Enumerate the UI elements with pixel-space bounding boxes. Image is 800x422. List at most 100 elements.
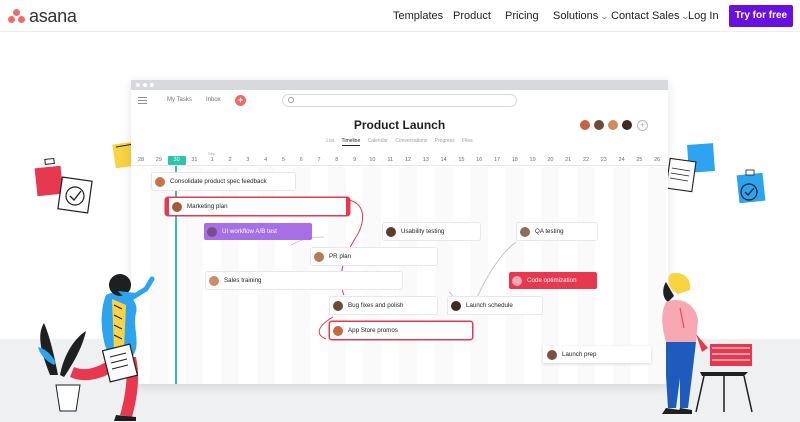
timeline-date: 9 — [353, 157, 357, 163]
task-bar[interactable]: Launch schedule — [448, 297, 542, 314]
asana-logo-icon — [8, 8, 25, 24]
task-bar[interactable]: Sales training — [206, 272, 402, 289]
hamburger-menu-icon[interactable] — [138, 97, 147, 104]
nav-solutions[interactable]: Solutions ⌄ — [553, 9, 610, 24]
timeline-date: 24 — [618, 157, 625, 163]
task-bar[interactable]: Usability testing — [383, 223, 480, 240]
timeline-date: 1 — [210, 157, 214, 163]
tab-timeline[interactable]: Timeline — [341, 138, 361, 146]
nav-pricing[interactable]: Pricing — [505, 9, 539, 23]
resize-handle-left[interactable] — [165, 198, 169, 215]
task-bar[interactable]: PR plan — [311, 248, 437, 265]
window-dot — [136, 83, 140, 87]
task-label: PR plan — [329, 253, 352, 260]
avatar[interactable] — [607, 119, 619, 131]
task-label: Usability testing — [401, 228, 445, 235]
nav-contact-sales-label: Contact Sales — [611, 10, 680, 22]
inbox-link[interactable]: Inbox — [206, 97, 221, 103]
timeline-date: 4 — [264, 157, 268, 163]
timeline-date: 18 — [511, 157, 518, 163]
task-label: Launch schedule — [466, 302, 513, 309]
avatar — [155, 176, 165, 187]
task-label: Marketing plan — [187, 203, 228, 210]
person-running-illustration — [38, 274, 155, 421]
task-bar[interactable]: Consolidate product spec feedback — [152, 173, 295, 190]
timeline-date: 23 — [600, 157, 607, 163]
tab-list[interactable]: List — [326, 138, 334, 145]
task-bar[interactable]: Bug fixes and polish — [330, 297, 437, 314]
sticky-notes-left-illustration — [34, 141, 138, 214]
avatar — [512, 275, 522, 286]
avatar — [547, 349, 557, 360]
timeline-date: 31 — [191, 157, 198, 163]
task-label: Consolidate product spec feedback — [170, 178, 267, 185]
search-input[interactable] — [282, 94, 517, 107]
timeline-date: 14 — [440, 157, 447, 163]
nav-contact-sales[interactable]: Contact Sales ⌄ — [611, 9, 691, 24]
add-member-button[interactable]: + — [637, 120, 648, 131]
task-label: Bug fixes and polish — [348, 302, 404, 309]
floating-task-card[interactable]: Launch prep — [543, 346, 651, 363]
timeline-date: 16 — [476, 157, 483, 163]
timeline-date: 12 — [404, 157, 412, 163]
task-bar[interactable]: App Store promos — [330, 322, 472, 339]
avatar — [451, 300, 461, 311]
timeline-date: 15 — [458, 157, 465, 163]
avatar[interactable] — [621, 119, 633, 131]
window-chrome — [131, 80, 668, 90]
timeline-date: 13 — [422, 157, 429, 163]
avatar[interactable] — [579, 119, 591, 131]
task-bar[interactable]: Code optimization — [509, 272, 597, 289]
timeline-date: 17 — [493, 157, 501, 163]
window-dot — [143, 83, 147, 87]
asana-logo-wordmark: asana — [29, 6, 77, 26]
window-dot — [150, 83, 154, 87]
tab-calendar[interactable]: Calendar — [368, 138, 388, 145]
sticky-notes-right-illustration — [665, 143, 766, 204]
timeline-date: 2 — [228, 157, 232, 163]
avatar — [386, 226, 396, 237]
tab-progress[interactable]: Progress — [435, 138, 455, 145]
task-bar-selected[interactable]: Marketing plan — [165, 198, 350, 215]
task-label: Code optimization — [527, 277, 577, 284]
search-icon — [288, 97, 294, 103]
asana-logo[interactable]: asana — [8, 7, 77, 25]
avatar — [333, 325, 343, 336]
task-label: Sales training — [224, 277, 262, 284]
tab-conversations[interactable]: Conversations — [395, 138, 427, 145]
avatar — [172, 201, 182, 212]
timeline-date: 11 — [387, 157, 394, 163]
task-bar[interactable]: UI workflow A/B test — [204, 223, 312, 240]
nav-templates[interactable]: Templates — [393, 9, 443, 23]
timeline-date: 3 — [246, 157, 250, 163]
avatar — [520, 226, 530, 237]
timeline-date: 21 — [565, 157, 572, 163]
timeline-date: 20 — [547, 157, 554, 163]
task-bar[interactable]: QA testing — [517, 223, 597, 240]
task-label: App Store promos — [348, 327, 398, 334]
timeline-date: 10 — [369, 157, 376, 163]
timeline-date: 30 — [167, 156, 186, 165]
timeline-date: 19 — [529, 157, 536, 163]
timeline-date: 29 — [155, 157, 162, 163]
tab-files[interactable]: Files — [462, 138, 473, 145]
chevron-down-icon: ⌄ — [599, 12, 610, 21]
app-window: My Tasks Inbox + Product Launch + List T… — [131, 80, 668, 384]
avatar — [333, 300, 343, 311]
resize-handle-right[interactable] — [346, 198, 350, 215]
avatar[interactable] — [593, 119, 605, 131]
timeline-date: 26 — [654, 157, 661, 163]
timeline-date: 22 — [582, 157, 590, 163]
project-members: + — [579, 119, 648, 133]
project-tabs: List Timeline Calendar Conversations Pro… — [131, 138, 668, 148]
nav-product[interactable]: Product — [453, 9, 491, 23]
person-on-phone-illustration — [662, 272, 753, 414]
task-label: UI workflow A/B test — [222, 228, 278, 235]
try-for-free-button[interactable]: Try for free — [729, 5, 793, 27]
avatar — [209, 275, 219, 286]
quick-add-button[interactable]: + — [235, 95, 246, 106]
task-label: Launch prep — [562, 351, 597, 358]
my-tasks-link[interactable]: My Tasks — [167, 97, 192, 103]
app-topbar: My Tasks Inbox + — [131, 90, 668, 112]
nav-log-in[interactable]: Log In — [688, 9, 719, 23]
